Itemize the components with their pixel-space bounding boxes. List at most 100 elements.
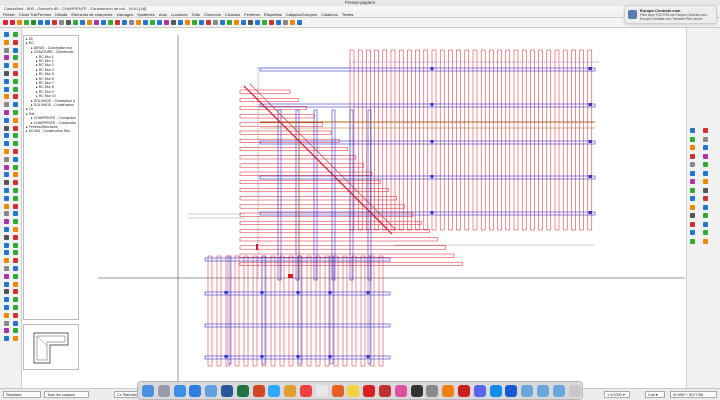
tree-item[interactable]: ▸ RC Mur 6	[36, 77, 54, 81]
left-tool-icon[interactable]	[13, 289, 18, 295]
tree-item[interactable]: ▸ 63	[26, 37, 33, 41]
excel-icon[interactable]	[236, 385, 249, 397]
right-tool-icon[interactable]	[703, 145, 708, 150]
left-tool-icon[interactable]	[13, 242, 18, 248]
left-tool-icon[interactable]	[13, 172, 18, 178]
right-tool-icon[interactable]	[690, 179, 695, 184]
right-tool-icon[interactable]	[690, 162, 695, 167]
word-icon[interactable]	[221, 385, 233, 397]
left-tool-icon[interactable]	[13, 156, 18, 162]
left-tool-icon[interactable]	[4, 156, 9, 162]
left-tool-icon[interactable]	[4, 211, 9, 217]
right-tool-icon[interactable]	[690, 204, 695, 210]
left-tool-icon[interactable]	[4, 180, 9, 186]
right-tool-icon[interactable]	[690, 170, 695, 176]
right-tool-icon[interactable]	[703, 128, 708, 133]
left-tool-icon[interactable]	[4, 117, 9, 123]
menu-item[interactable]: Toits	[192, 12, 200, 17]
toolbar-tool-icon[interactable]	[192, 20, 197, 25]
toolbar-tool-icon[interactable]	[220, 20, 225, 25]
right-tool-icon[interactable]	[690, 230, 695, 235]
left-tool-icon[interactable]	[4, 71, 9, 76]
left-tool-icon[interactable]	[4, 242, 9, 248]
toolbar-tool-icon[interactable]	[24, 20, 29, 25]
left-tool-icon[interactable]	[4, 328, 9, 334]
tree-item[interactable]: ▸ RC	[26, 41, 34, 45]
toolbar-tool-icon[interactable]	[59, 20, 64, 25]
vlc-icon[interactable]	[442, 385, 455, 397]
left-tool-icon[interactable]	[4, 63, 9, 69]
right-tool-icon[interactable]	[703, 230, 708, 235]
left-tool-icon[interactable]	[4, 305, 9, 310]
menu-item[interactable]: Détails	[55, 12, 67, 17]
drawing-canvas[interactable]	[80, 35, 685, 385]
toolbar-tool-icon[interactable]	[164, 20, 169, 25]
right-tool-icon[interactable]	[690, 221, 695, 227]
right-tool-icon[interactable]	[690, 128, 695, 133]
itunes-icon[interactable]	[394, 385, 407, 397]
left-tool-icon[interactable]	[4, 195, 9, 201]
toolbar-tool-icon[interactable]	[94, 20, 99, 25]
left-tool-icon[interactable]	[4, 312, 9, 318]
tree-item[interactable]: ▸ OSSATURE - Constructio	[31, 50, 74, 54]
right-tool-icon[interactable]	[703, 196, 708, 201]
menu-item[interactable]: Choix Toit/Fermes	[19, 12, 51, 17]
menu-item[interactable]: Usinages	[117, 12, 134, 17]
toolbar-tool-icon[interactable]	[80, 20, 85, 25]
folder-icon[interactable]	[521, 385, 534, 397]
left-tool-icon[interactable]	[4, 258, 9, 264]
tree-item[interactable]: ▸ RC Mur 2	[36, 59, 54, 63]
toolbar-tool-icon[interactable]	[143, 20, 148, 25]
left-tool-icon[interactable]	[13, 117, 18, 123]
teamviewer-icon[interactable]	[489, 385, 502, 397]
menu-item[interactable]: Lucarnes	[171, 12, 187, 17]
acrobat-icon[interactable]	[363, 385, 376, 397]
left-tool-icon[interactable]	[13, 78, 18, 84]
scale-select[interactable]: 1:1/1000 ▾	[604, 391, 630, 398]
folder-icon[interactable]	[537, 385, 549, 397]
toolbar-tool-icon[interactable]	[171, 20, 176, 25]
tree-item[interactable]: ▸ Toit	[26, 112, 34, 116]
left-tool-icon[interactable]	[13, 305, 18, 310]
left-tool-icon[interactable]	[4, 102, 9, 108]
firefox-icon[interactable]	[331, 385, 344, 397]
pdf-icon[interactable]	[379, 385, 391, 397]
left-tool-icon[interactable]	[13, 55, 18, 61]
left-tool-icon[interactable]	[4, 188, 9, 193]
toolbar-tool-icon[interactable]	[115, 20, 120, 25]
notes-icon[interactable]	[347, 385, 360, 397]
left-tool-icon[interactable]	[4, 141, 9, 147]
tree-item[interactable]: ▸ RC Mur 4	[36, 68, 54, 72]
tree-item[interactable]: ▸ SOLIVAGE - Conception p	[31, 99, 75, 103]
left-tool-icon[interactable]	[4, 94, 9, 100]
right-tool-icon[interactable]	[690, 153, 695, 159]
left-tool-icon[interactable]	[4, 297, 9, 303]
left-tool-icon[interactable]	[4, 336, 9, 342]
left-tool-icon[interactable]	[4, 234, 9, 240]
right-tool-icon[interactable]	[703, 221, 708, 227]
left-tool-icon[interactable]	[13, 133, 18, 139]
right-tool-icon[interactable]	[703, 187, 708, 193]
toolbar-tool-icon[interactable]	[3, 20, 8, 25]
powerpoint-icon[interactable]	[252, 385, 265, 397]
menu-item[interactable]: Textes	[342, 12, 354, 17]
toolbar-tool-icon[interactable]	[38, 20, 43, 25]
toolbar-tool-icon[interactable]	[101, 20, 106, 25]
tree-item[interactable]: ▸ DICAM - Construction Stru	[26, 129, 70, 133]
toolbar-tool-icon[interactable]	[248, 20, 253, 25]
menu-item[interactable]: Fenêtres	[244, 12, 260, 17]
toolbar-tool-icon[interactable]	[122, 20, 127, 25]
left-tool-icon[interactable]	[13, 86, 18, 92]
right-tool-icon[interactable]	[690, 187, 695, 193]
left-tool-icon[interactable]	[13, 102, 18, 108]
left-tool-icon[interactable]	[4, 172, 9, 178]
toolbar-tool-icon[interactable]	[262, 20, 267, 25]
tree-item[interactable]: ▸ CHARPENTE - Constructio	[31, 121, 76, 125]
left-tool-icon[interactable]	[13, 47, 18, 53]
toolbar-tool-icon[interactable]	[255, 20, 260, 25]
right-tool-icon[interactable]	[703, 238, 708, 244]
right-tool-icon[interactable]	[703, 170, 708, 176]
left-tool-icon[interactable]	[4, 266, 9, 271]
toolbar-tool-icon[interactable]	[185, 20, 190, 25]
tree-item[interactable]: ▸ Fermes/Structures	[26, 125, 58, 129]
